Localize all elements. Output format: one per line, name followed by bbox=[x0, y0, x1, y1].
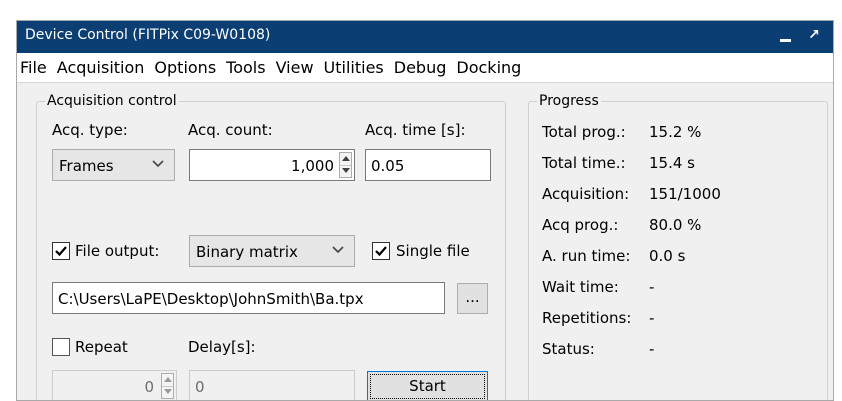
acq-time-label: Acq. time [s]: bbox=[365, 121, 466, 139]
acq-count-spinbox[interactable]: 1,000 bbox=[189, 149, 355, 181]
file-output-label: File output: bbox=[75, 242, 160, 260]
menu-utilities[interactable]: Utilities bbox=[319, 54, 389, 82]
menu-tools[interactable]: Tools bbox=[221, 54, 270, 82]
acquisition-control-group: Acquisition control Acq. type: Acq. coun… bbox=[36, 92, 506, 400]
device-control-window: Device Control (FITPix C09-W0108) ↗ File… bbox=[16, 20, 834, 401]
progress-label: Status: bbox=[542, 340, 595, 358]
progress-value: 15.4 s bbox=[649, 154, 695, 172]
minimize-icon[interactable] bbox=[777, 24, 795, 48]
acq-count-spin[interactable] bbox=[339, 152, 352, 178]
file-output-checkbox[interactable] bbox=[52, 242, 70, 260]
progress-label: Total prog.: bbox=[542, 123, 626, 141]
menu-docking[interactable]: Docking bbox=[451, 54, 526, 82]
chevron-down-icon bbox=[152, 160, 164, 168]
menu-options[interactable]: Options bbox=[149, 54, 221, 82]
window-title: Device Control (FITPix C09-W0108) bbox=[25, 27, 271, 43]
progress-value: 0.0 s bbox=[649, 247, 686, 265]
spin-down-icon[interactable] bbox=[340, 165, 351, 177]
menu-bar: File Acquisition Options Tools View Util… bbox=[17, 53, 833, 83]
progress-group: Progress Total prog.: 15.2 % Total time.… bbox=[528, 92, 828, 400]
repeat-count-spinbox[interactable]: 0 bbox=[52, 370, 177, 400]
progress-label: Total time.: bbox=[542, 154, 626, 172]
file-path-value: C:\Users\LaPE\Desktop\JohnSmith\Ba.tpx bbox=[58, 290, 364, 308]
file-format-select[interactable]: Binary matrix bbox=[189, 235, 355, 267]
acq-type-select[interactable]: Frames bbox=[52, 149, 175, 181]
progress-value: 15.2 % bbox=[649, 123, 702, 141]
chevron-down-icon bbox=[332, 246, 344, 254]
title-bar[interactable]: Device Control (FITPix C09-W0108) ↗ bbox=[17, 21, 833, 53]
delay-input[interactable]: 0 bbox=[189, 370, 355, 400]
delay-label: Delay[s]: bbox=[188, 338, 256, 356]
delay-value: 0 bbox=[195, 378, 205, 396]
menu-view[interactable]: View bbox=[271, 54, 319, 82]
progress-label: A. run time: bbox=[542, 247, 631, 265]
progress-value: 151/1000 bbox=[649, 185, 721, 203]
start-button[interactable]: Start bbox=[367, 371, 488, 400]
progress-label: Wait time: bbox=[542, 278, 619, 296]
menu-file[interactable]: File bbox=[17, 54, 52, 82]
checkmark-icon bbox=[55, 246, 67, 257]
repeat-checkbox[interactable] bbox=[52, 338, 70, 356]
progress-value: 80.0 % bbox=[649, 216, 702, 234]
single-file-checkbox[interactable] bbox=[372, 242, 390, 260]
progress-label: Acquisition: bbox=[542, 185, 630, 203]
spin-down-icon[interactable] bbox=[162, 386, 173, 398]
repeat-count-spin[interactable] bbox=[161, 373, 174, 399]
acq-count-label: Acq. count: bbox=[188, 121, 273, 139]
acq-time-value: 0.05 bbox=[371, 157, 405, 175]
progress-value: - bbox=[649, 309, 655, 327]
acq-time-input[interactable]: 0.05 bbox=[365, 149, 491, 181]
acq-type-value: Frames bbox=[59, 157, 114, 175]
acq-count-value: 1,000 bbox=[291, 157, 334, 175]
progress-value: - bbox=[649, 278, 655, 296]
progress-title: Progress bbox=[537, 92, 601, 110]
restore-icon[interactable]: ↗ bbox=[805, 23, 823, 47]
menu-acquisition[interactable]: Acquisition bbox=[52, 54, 150, 82]
file-path-input[interactable]: C:\Users\LaPE\Desktop\JohnSmith\Ba.tpx bbox=[52, 282, 445, 314]
repeat-count-value: 0 bbox=[144, 378, 154, 396]
browse-button[interactable]: ... bbox=[457, 283, 488, 314]
single-file-label: Single file bbox=[396, 242, 470, 260]
acquisition-control-title: Acquisition control bbox=[45, 92, 179, 110]
menu-debug[interactable]: Debug bbox=[389, 54, 452, 82]
repeat-label: Repeat bbox=[75, 338, 128, 356]
progress-value: - bbox=[649, 340, 655, 358]
checkmark-icon bbox=[375, 246, 387, 257]
progress-label: Acq prog.: bbox=[542, 216, 619, 234]
file-format-value: Binary matrix bbox=[196, 243, 298, 261]
progress-label: Repetitions: bbox=[542, 309, 632, 327]
acq-type-label: Acq. type: bbox=[52, 121, 128, 139]
